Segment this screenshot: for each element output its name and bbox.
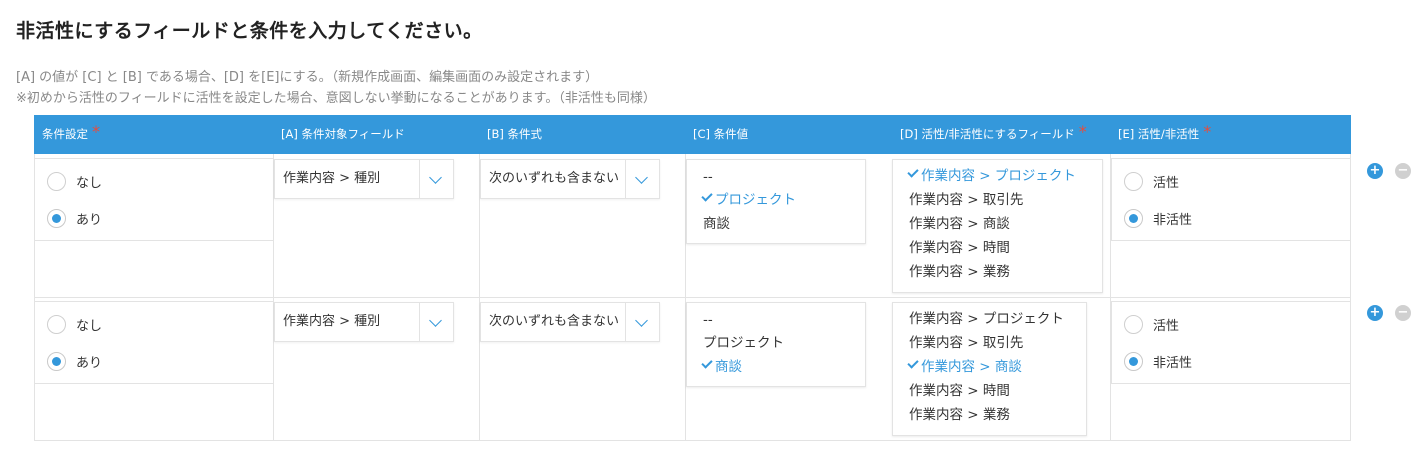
radio-option-none[interactable]: なし bbox=[47, 171, 102, 191]
radio-option-active[interactable]: 活性 bbox=[1124, 314, 1179, 334]
check-icon bbox=[907, 357, 919, 369]
chevron-down-icon bbox=[429, 314, 442, 327]
header-target-field: [A] 条件対象フィールド bbox=[281, 127, 405, 141]
list-item[interactable]: 作業内容 > 業務 bbox=[909, 262, 1010, 282]
description-line-2: ※初めから活性のフィールドに活性を設定した場合、意図しない挙動になることがありま… bbox=[16, 91, 656, 106]
radio-button[interactable] bbox=[47, 208, 66, 228]
chevron-down-icon bbox=[635, 171, 648, 184]
list-item[interactable]: -- bbox=[703, 310, 713, 330]
radio-option-inactive[interactable]: 非活性 bbox=[1124, 208, 1192, 228]
conditions-table: 条件設定 * [A] 条件対象フィールド [B] 条件式 [C] 条件値 [D] … bbox=[34, 115, 1351, 441]
radio-button[interactable] bbox=[1124, 314, 1143, 334]
chevron-down-icon bbox=[429, 171, 442, 184]
operator-select[interactable]: 次のいずれも含まない bbox=[480, 302, 660, 342]
target-field-select[interactable]: 作業内容 > 種別 bbox=[274, 302, 454, 342]
select-toggle[interactable] bbox=[419, 303, 453, 341]
header-toggle-field: [D] 活性/非活性にするフィールド * bbox=[900, 122, 1087, 141]
operator-select[interactable]: 次のいずれも含まない bbox=[480, 159, 660, 199]
required-mark: * bbox=[1203, 122, 1212, 141]
list-item[interactable]: 作業内容 > 時間 bbox=[909, 381, 1010, 401]
required-mark: * bbox=[92, 122, 100, 141]
list-item[interactable]: 作業内容 > 時間 bbox=[909, 238, 1010, 258]
check-icon bbox=[701, 357, 713, 369]
radio-option-inactive[interactable]: 非活性 bbox=[1124, 351, 1192, 371]
list-item[interactable]: プロジェクト bbox=[703, 333, 784, 353]
list-item[interactable]: 作業内容 > 取引先 bbox=[909, 190, 1023, 210]
select-toggle[interactable] bbox=[625, 160, 659, 198]
active-state-radio-group: 活性 非活性 bbox=[1111, 158, 1351, 241]
radio-option-yes[interactable]: あり bbox=[47, 208, 102, 228]
target-field-select[interactable]: 作業内容 > 種別 bbox=[274, 159, 454, 199]
radio-option-none[interactable]: なし bbox=[47, 314, 102, 334]
required-mark: * bbox=[1078, 122, 1087, 141]
header-condition-setting: 条件設定 * bbox=[42, 122, 100, 141]
page-title: 非活性にするフィールドと条件を入力してください。 bbox=[16, 20, 483, 42]
list-item[interactable]: 作業内容 > 取引先 bbox=[909, 333, 1023, 353]
list-item[interactable]: 作業内容 > プロジェクト bbox=[909, 309, 1064, 329]
check-icon bbox=[907, 166, 919, 178]
remove-row-button[interactable]: − bbox=[1395, 305, 1411, 321]
minus-icon: − bbox=[1397, 305, 1409, 320]
select-toggle[interactable] bbox=[419, 160, 453, 198]
radio-button[interactable] bbox=[47, 314, 66, 334]
list-item[interactable]: 作業内容 > プロジェクト bbox=[907, 166, 1076, 186]
minus-icon: − bbox=[1397, 163, 1409, 178]
condition-value-list[interactable]: -- プロジェクト 商談 bbox=[686, 159, 866, 244]
list-item[interactable]: 作業内容 > 商談 bbox=[909, 214, 1010, 234]
radio-option-yes[interactable]: あり bbox=[47, 351, 102, 371]
radio-button[interactable] bbox=[1124, 351, 1143, 371]
condition-radio-group: なし あり bbox=[34, 301, 274, 384]
list-item[interactable]: 作業内容 > 業務 bbox=[909, 405, 1010, 425]
condition-radio-group: なし あり bbox=[34, 158, 274, 241]
list-item[interactable]: プロジェクト bbox=[701, 190, 796, 210]
condition-value-list[interactable]: -- プロジェクト 商談 bbox=[686, 302, 866, 387]
toggle-field-list[interactable]: 作業内容 > プロジェクト 作業内容 > 取引先 作業内容 > 商談 作業内容 … bbox=[892, 159, 1103, 293]
header-condition-value: [C] 条件値 bbox=[693, 127, 749, 141]
radio-option-active[interactable]: 活性 bbox=[1124, 171, 1179, 191]
plus-icon: + bbox=[1369, 163, 1381, 178]
list-item[interactable]: 商談 bbox=[701, 357, 742, 377]
header-active-state: [E] 活性/非活性 * bbox=[1118, 122, 1212, 141]
chevron-down-icon bbox=[635, 314, 648, 327]
radio-button[interactable] bbox=[1124, 208, 1143, 228]
radio-button[interactable] bbox=[1124, 171, 1143, 191]
radio-button[interactable] bbox=[47, 171, 66, 191]
select-toggle[interactable] bbox=[625, 303, 659, 341]
list-item[interactable]: 商談 bbox=[703, 214, 730, 234]
radio-button[interactable] bbox=[47, 351, 66, 371]
toggle-field-list[interactable]: 作業内容 > プロジェクト 作業内容 > 取引先 作業内容 > 商談 作業内容 … bbox=[892, 302, 1087, 436]
list-item[interactable]: 作業内容 > 商談 bbox=[907, 357, 1022, 377]
table-header: 条件設定 * [A] 条件対象フィールド [B] 条件式 [C] 条件値 [D] … bbox=[34, 115, 1351, 154]
remove-row-button[interactable]: − bbox=[1395, 163, 1411, 179]
header-operator: [B] 条件式 bbox=[487, 127, 543, 141]
list-item[interactable]: -- bbox=[703, 167, 713, 187]
plus-icon: + bbox=[1369, 305, 1381, 320]
add-row-button[interactable]: + bbox=[1367, 305, 1383, 321]
add-row-button[interactable]: + bbox=[1367, 163, 1383, 179]
active-state-radio-group: 活性 非活性 bbox=[1111, 301, 1351, 384]
description-line-1: [A] の値が [C] と [B] である場合、[D] を[E]にする。（新規作… bbox=[16, 70, 599, 85]
check-icon bbox=[701, 190, 713, 202]
